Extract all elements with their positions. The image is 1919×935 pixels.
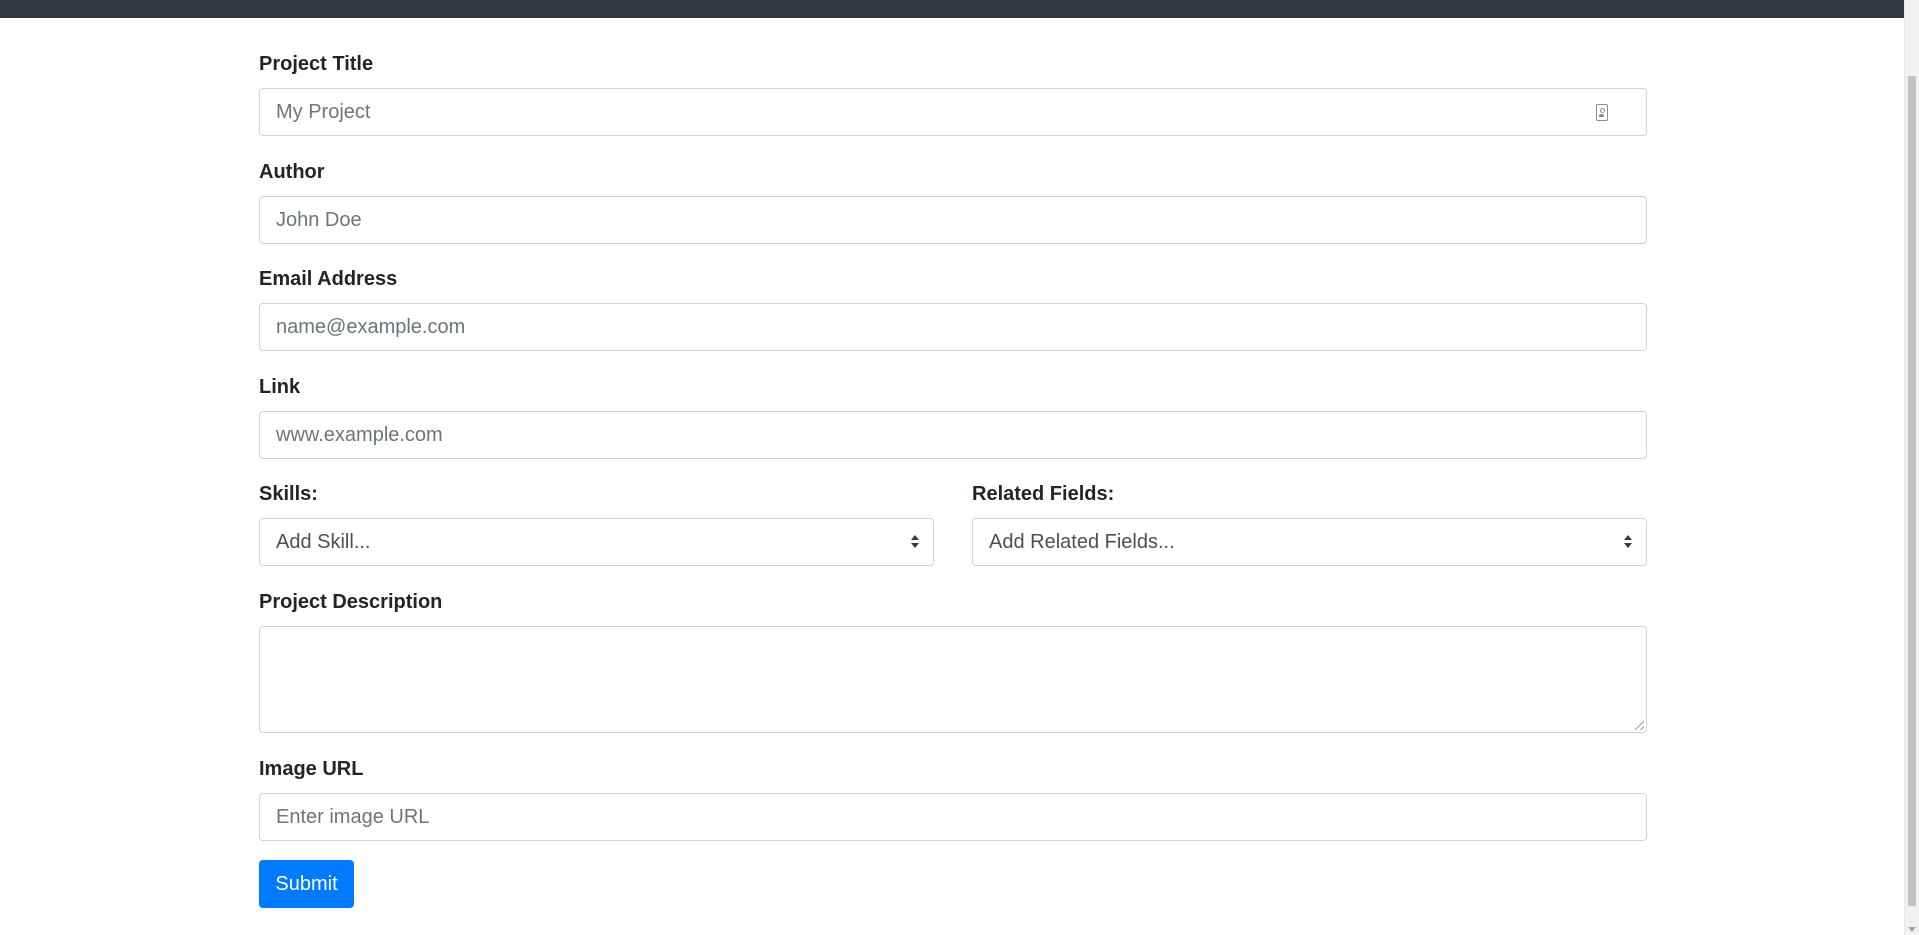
project-description-label: Project Description — [259, 591, 443, 613]
project-title-input[interactable] — [260, 89, 1646, 135]
related-fields-label: Related Fields: — [972, 483, 1115, 505]
author-input[interactable] — [260, 197, 1646, 243]
link-input[interactable] — [260, 412, 1646, 458]
project-description-field[interactable] — [259, 626, 1647, 733]
page-scrollbar[interactable] — [1904, 0, 1919, 935]
skills-label: Skills: — [259, 483, 318, 505]
submit-button[interactable]: Submit — [259, 860, 354, 908]
project-title-field[interactable] — [259, 88, 1647, 136]
sort-arrows-icon — [911, 535, 919, 550]
sort-arrows-icon — [1624, 535, 1632, 550]
scroll-down-arrow-icon[interactable] — [1908, 927, 1916, 932]
email-field[interactable] — [259, 303, 1647, 351]
skills-selected-value: Add Skill... — [276, 531, 371, 553]
resize-grip-icon[interactable] — [1635, 721, 1644, 730]
email-input[interactable] — [260, 304, 1646, 350]
project-title-label: Project Title — [259, 53, 374, 75]
image-url-field[interactable] — [259, 793, 1647, 841]
top-navbar — [0, 0, 1904, 18]
author-field[interactable] — [259, 196, 1647, 244]
related-fields-select[interactable]: Add Related Fields... — [972, 518, 1647, 566]
image-url-label: Image URL — [259, 758, 364, 780]
scrollbar-thumb[interactable] — [1908, 76, 1916, 906]
author-label: Author — [259, 161, 325, 183]
link-label: Link — [259, 376, 301, 398]
link-field[interactable] — [259, 411, 1647, 459]
contact-card-icon[interactable] — [1596, 104, 1608, 121]
skills-select[interactable]: Add Skill... — [259, 518, 934, 566]
image-url-input[interactable] — [260, 794, 1646, 840]
email-label: Email Address — [259, 268, 398, 290]
project-description-textarea[interactable] — [260, 627, 1646, 732]
related-fields-selected-value: Add Related Fields... — [989, 531, 1175, 553]
